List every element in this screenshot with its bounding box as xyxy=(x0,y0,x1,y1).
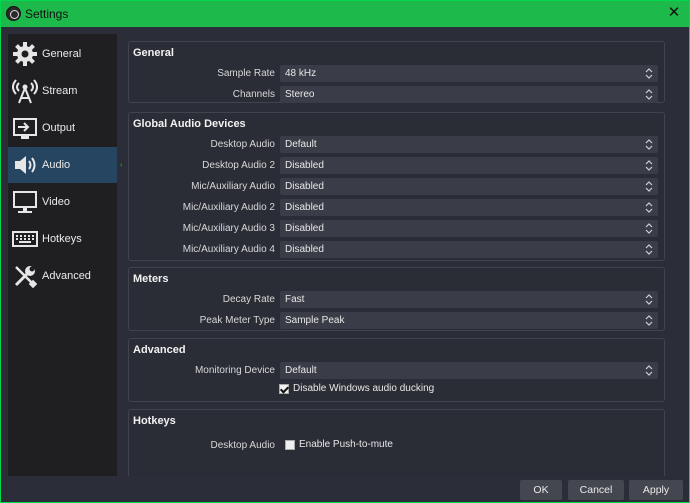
vertical-scrollbar[interactable] xyxy=(666,34,680,476)
updown-arrows-icon xyxy=(645,223,653,234)
updown-arrows-icon xyxy=(645,160,653,171)
channels-value: Stereo xyxy=(285,89,315,100)
group-title: Meters xyxy=(133,273,169,285)
desktop-audio-select[interactable]: Default xyxy=(280,136,658,153)
peak-meter-type-value: Sample Peak xyxy=(285,315,345,326)
updown-arrows-icon xyxy=(645,202,653,213)
mic-aux-3-select[interactable]: Disabled xyxy=(280,220,658,237)
desktop-audio-2-select[interactable]: Disabled xyxy=(280,157,658,174)
sidebar-item-video[interactable]: Video xyxy=(8,184,117,220)
mic-aux-3-value: Disabled xyxy=(285,223,324,234)
sidebar-item-advanced[interactable]: Advanced xyxy=(8,258,117,294)
wrench-screwdriver-icon xyxy=(14,266,38,289)
monitoring-device-select[interactable]: Default xyxy=(280,362,658,379)
hotkeys-group: Hotkeys Desktop Audio Enable Push-to-mut… xyxy=(128,409,665,476)
sidebar-item-label: Audio xyxy=(42,159,71,171)
desktop-audio-label: Desktop Audio xyxy=(210,139,276,150)
disable-audio-ducking-checkbox[interactable] xyxy=(279,384,289,394)
mic-aux-4-select[interactable]: Disabled xyxy=(280,241,658,258)
advanced-group: Advanced Monitoring Device Default Disab… xyxy=(128,338,665,402)
desktop-audio-2-value: Disabled xyxy=(285,160,324,171)
decay-rate-value: Fast xyxy=(285,294,305,305)
output-icon xyxy=(13,118,37,139)
obs-logo-icon xyxy=(6,6,21,21)
meters-group: Meters Decay Rate Fast Peak Meter Type S… xyxy=(128,267,665,331)
updown-arrows-icon xyxy=(645,365,653,376)
disable-audio-ducking-label: Disable Windows audio ducking xyxy=(293,383,435,394)
peak-meter-type-select[interactable]: Sample Peak xyxy=(280,312,658,329)
group-title: Advanced xyxy=(133,344,186,356)
updown-arrows-icon xyxy=(645,244,653,255)
decay-rate-select[interactable]: Fast xyxy=(280,291,658,308)
mic-aux-2-value: Disabled xyxy=(285,202,324,213)
group-title: Hotkeys xyxy=(133,415,176,427)
mic-aux-2-label: Mic/Auxiliary Audio 2 xyxy=(182,202,275,213)
updown-arrows-icon xyxy=(645,181,653,192)
global-audio-devices-group: Global Audio Devices Desktop Audio Defau… xyxy=(128,112,665,261)
group-title: Global Audio Devices xyxy=(133,118,246,130)
peak-meter-type-label: Peak Meter Type xyxy=(199,315,275,326)
ok-button[interactable]: OK xyxy=(520,480,562,500)
apply-button[interactable]: Apply xyxy=(629,480,683,500)
updown-arrows-icon xyxy=(645,294,653,305)
sidebar-item-label: Advanced xyxy=(42,270,91,282)
push-to-mute-label: Enable Push-to-mute xyxy=(299,439,393,450)
mic-aux-4-label: Mic/Auxiliary Audio 4 xyxy=(182,244,275,255)
window-title: Settings xyxy=(25,7,69,21)
channels-select[interactable]: Stereo xyxy=(280,86,658,103)
monitoring-device-value: Default xyxy=(285,365,317,376)
monitoring-device-label: Monitoring Device xyxy=(194,365,275,376)
sidebar-item-label: Output xyxy=(42,122,76,134)
gear-icon xyxy=(13,42,37,66)
updown-arrows-icon xyxy=(645,139,653,150)
decay-rate-label: Decay Rate xyxy=(222,294,275,305)
sidebar-item-audio[interactable]: Audio xyxy=(8,147,117,183)
updown-arrows-icon xyxy=(645,89,653,100)
updown-arrows-icon xyxy=(645,315,653,326)
group-title: General xyxy=(133,47,174,59)
audio-settings-panel: General Sample Rate 48 kHz Channels Ster… xyxy=(122,34,685,476)
sidebar-item-label: General xyxy=(42,48,82,60)
sidebar-item-label: Hotkeys xyxy=(42,233,82,245)
sample-rate-value: 48 kHz xyxy=(285,68,317,79)
mic-aux-value: Disabled xyxy=(285,181,324,192)
updown-arrows-icon xyxy=(645,68,653,79)
mic-aux-2-select[interactable]: Disabled xyxy=(280,199,658,216)
mic-aux-4-value: Disabled xyxy=(285,244,324,255)
general-group: General Sample Rate 48 kHz Channels Ster… xyxy=(128,41,665,103)
desktop-audio-2-label: Desktop Audio 2 xyxy=(202,160,275,171)
title-bar: Settings ✕ xyxy=(1,1,689,27)
mic-aux-select[interactable]: Disabled xyxy=(280,178,658,195)
close-icon[interactable]: ✕ xyxy=(665,4,683,22)
cancel-button[interactable]: Cancel xyxy=(568,480,624,500)
sidebar-item-general[interactable]: General xyxy=(8,36,117,72)
keyboard-icon xyxy=(12,231,38,247)
hotkeys-desktop-audio-label: Desktop Audio xyxy=(210,440,276,451)
sidebar-item-hotkeys[interactable]: Hotkeys xyxy=(8,221,117,257)
push-to-mute-checkbox[interactable] xyxy=(285,440,295,450)
speaker-icon xyxy=(15,156,36,174)
sample-rate-label: Sample Rate xyxy=(217,68,275,79)
mic-aux-3-label: Mic/Auxiliary Audio 3 xyxy=(182,223,275,234)
settings-window: Settings ✕ General Stream Output Audio V… xyxy=(0,0,690,503)
sidebar-item-label: Stream xyxy=(42,85,78,97)
sidebar-item-label: Video xyxy=(42,196,70,208)
sample-rate-select[interactable]: 48 kHz xyxy=(280,65,658,82)
sidebar-item-output[interactable]: Output xyxy=(8,110,117,146)
broadcast-icon xyxy=(12,79,38,104)
settings-sidebar: General Stream Output Audio Video Hotkey… xyxy=(8,34,117,476)
sidebar-item-stream[interactable]: Stream xyxy=(8,73,117,109)
mic-aux-label: Mic/Auxiliary Audio xyxy=(191,181,275,192)
monitor-icon xyxy=(13,191,37,213)
channels-label: Channels xyxy=(232,89,275,100)
desktop-audio-value: Default xyxy=(285,139,317,150)
